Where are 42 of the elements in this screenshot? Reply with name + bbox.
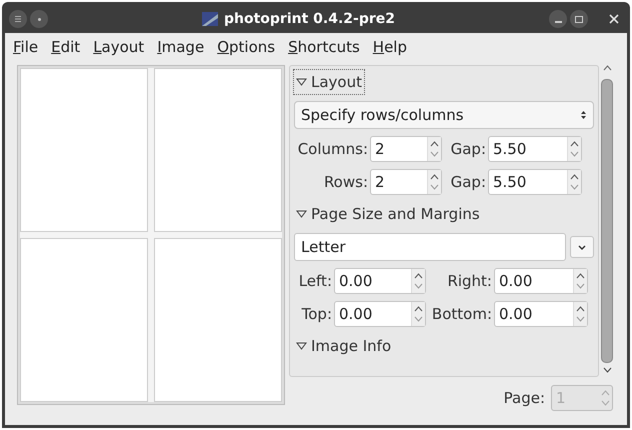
triangle-icon [296,210,307,218]
page-label: Page: [504,388,545,409]
up-down-arrows-icon [580,110,587,120]
number-spinner[interactable]: 0.00 [494,301,588,327]
field-label: Top: [300,304,332,325]
minimize-icon[interactable] [549,10,567,28]
page-size-field[interactable]: Letter [294,233,566,261]
scroll-up-icon[interactable] [602,65,612,71]
mode-dropdown[interactable]: Specify rows/columns [294,101,594,129]
menu-item[interactable]: Shortcuts [284,36,364,58]
menu-item[interactable]: Edit [47,36,84,58]
field-label: Left: [298,270,332,292]
scroll-down-icon[interactable] [602,367,612,373]
section-expander[interactable]: Page Size and Margins [294,202,482,226]
triangle-icon [296,342,307,350]
menu-item[interactable]: Options [213,36,280,58]
field-label: Right: [446,270,492,292]
menu-item[interactable]: Image [153,36,208,58]
number-spinner[interactable]: 0.00 [334,268,426,294]
field-label: Gap: [450,172,486,193]
window-title: photoprint 0.4.2-pre2 [224,10,395,28]
caret-icon[interactable] [570,236,594,258]
menu-item[interactable]: Help [368,36,411,58]
triangle-icon [296,78,307,86]
maximize-icon[interactable] [570,10,588,28]
number-spinner[interactable]: 5.50 [488,136,582,162]
field-label: Rows: [322,172,368,193]
number-spinner[interactable]: 5.50 [488,169,582,195]
pin-icon[interactable] [30,10,48,28]
app-icon [202,12,218,26]
number-spinner[interactable]: 2 [370,169,442,195]
menu-item[interactable]: Layout [89,36,148,58]
section-expander[interactable]: Image Info [294,334,394,358]
field-label: Gap: [450,138,486,160]
field-label: Columns: [296,138,368,160]
number-spinner[interactable]: 0.00 [494,268,588,294]
menu-icon[interactable] [9,10,27,28]
field-label: Bottom: [430,304,492,325]
number-spinner[interactable]: 2 [370,136,442,162]
section-expander[interactable]: Layout [294,70,364,94]
number-spinner[interactable]: 0.00 [334,301,426,327]
menu-item[interactable]: File [9,36,42,58]
